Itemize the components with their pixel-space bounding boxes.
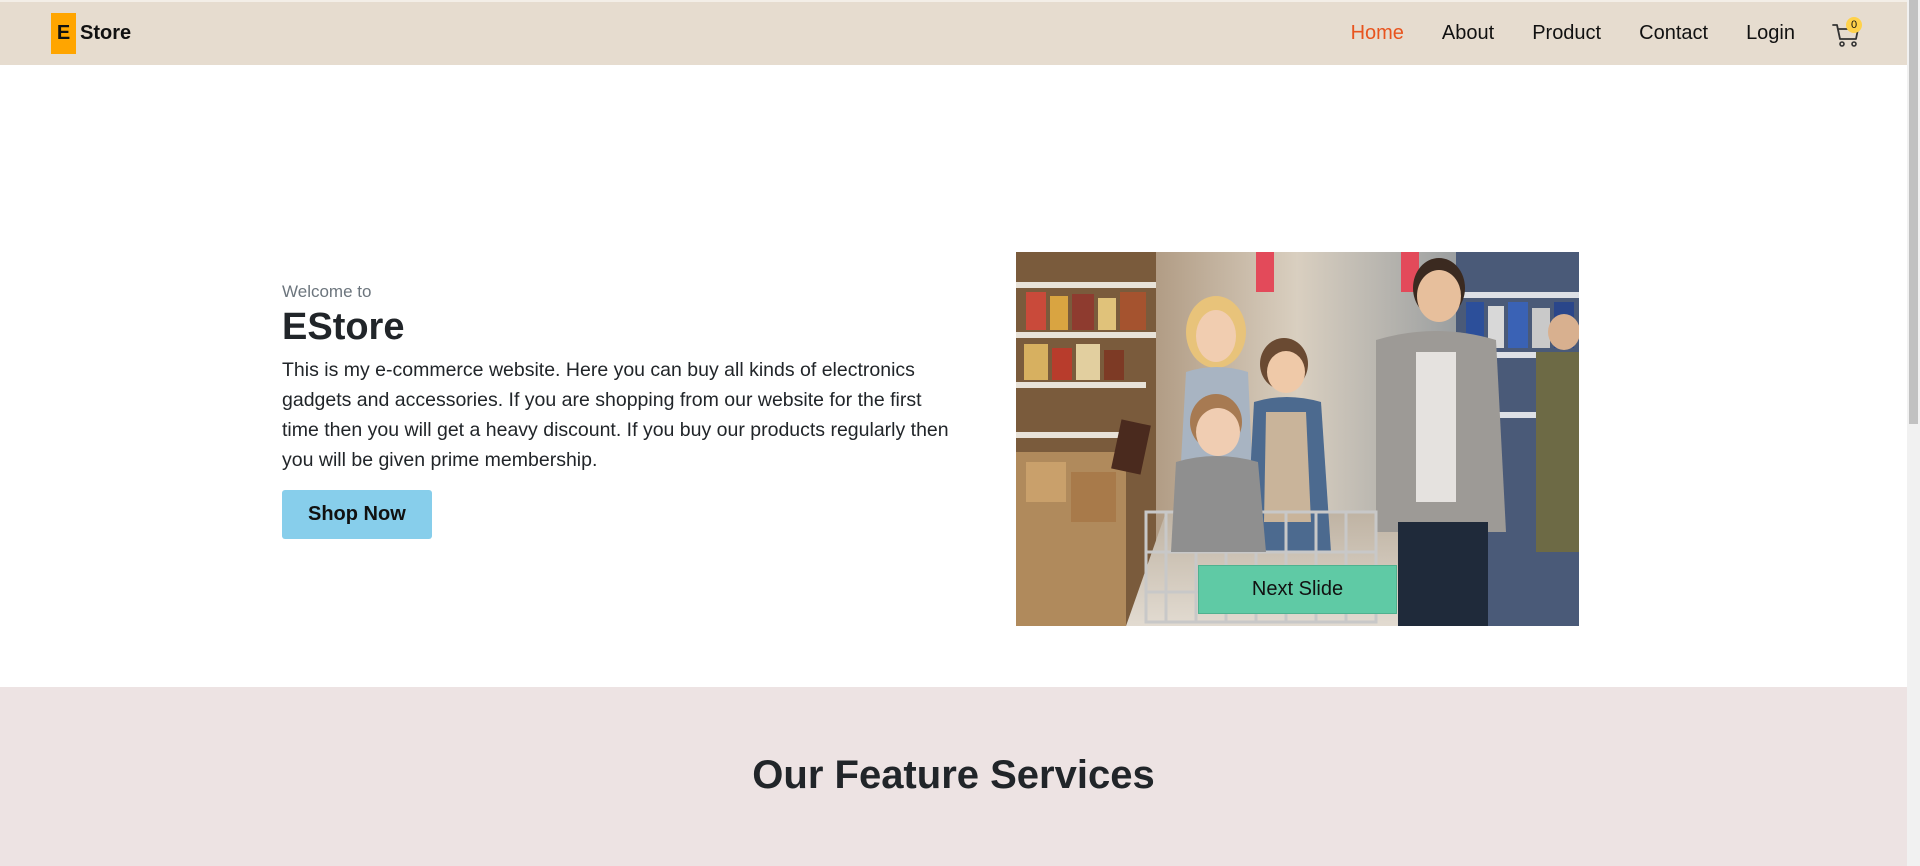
nav-links: Home About Product Contact Login 0 [1351,2,1907,65]
next-slide-button[interactable]: Next Slide [1198,565,1397,614]
hero-slide-image: Next Slide [1016,252,1579,626]
cart-count-badge: 0 [1846,16,1862,33]
brand-logo[interactable]: E Store [51,13,131,54]
nav-link-login[interactable]: Login [1746,22,1795,45]
hero-description: This is my e-commerce website. Here you … [282,359,949,471]
nav-link-contact[interactable]: Contact [1639,22,1708,45]
nav-link-about[interactable]: About [1442,22,1494,45]
features-section: Our Feature Services [0,687,1907,866]
page-scrollbar[interactable] [1907,0,1920,866]
nav-link-product[interactable]: Product [1532,22,1601,45]
viewport: E Store Home About Product Contact Login… [0,0,1907,866]
features-title: Our Feature Services [752,753,1155,797]
hero-title: EStore [282,306,405,348]
brand-badge: E [51,13,76,54]
navbar: E Store Home About Product Contact Login… [0,0,1907,65]
scrollbar-thumb[interactable] [1909,0,1918,424]
brand-name: Store [80,22,132,44]
nav-link-home[interactable]: Home [1351,22,1404,45]
shop-now-button[interactable]: Shop Now [282,490,432,539]
hero-welcome: Welcome to [282,282,372,301]
cart-button[interactable]: 0 [1831,16,1862,49]
hero-text: Welcome to EStore This is my e-commerce … [282,282,952,539]
page: E Store Home About Product Contact Login… [0,0,1920,866]
